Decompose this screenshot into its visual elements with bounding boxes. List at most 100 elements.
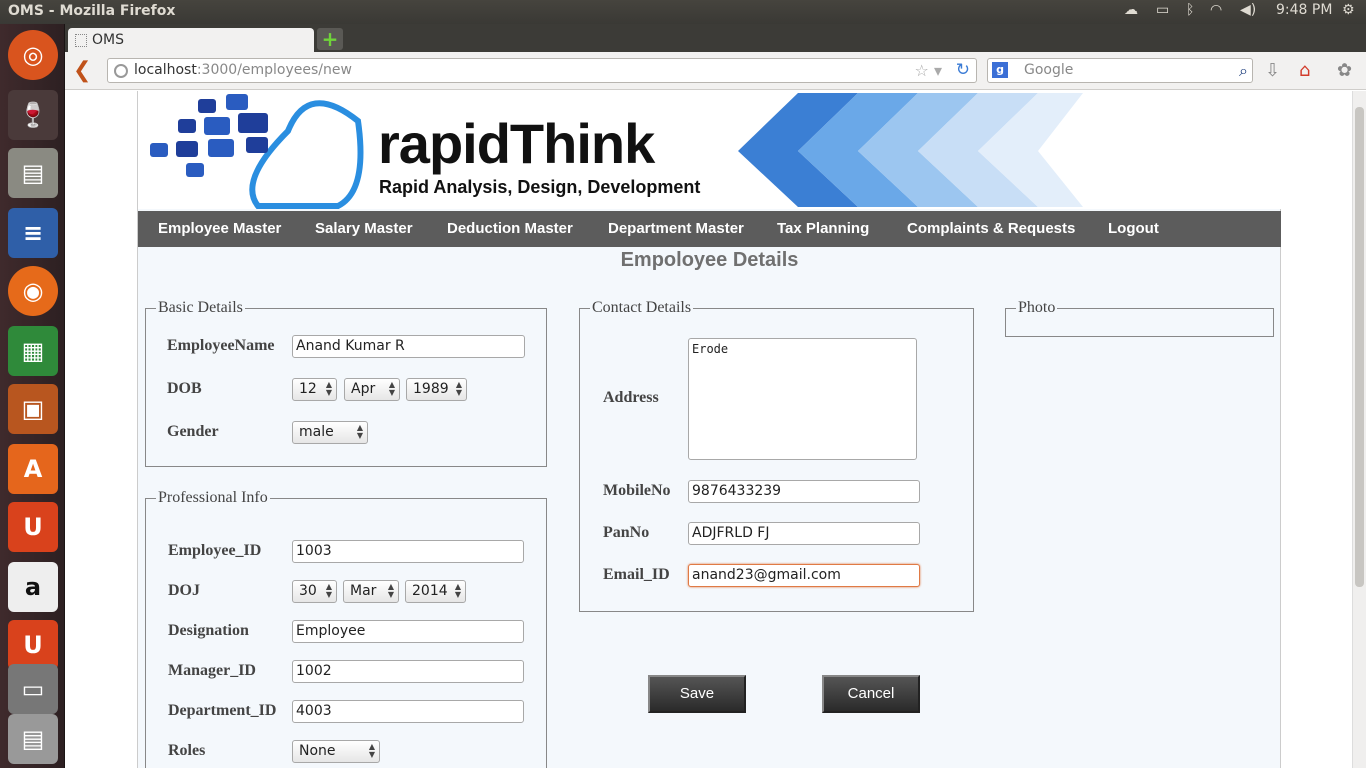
tab-label: OMS <box>92 32 124 48</box>
window-title: OMS - Mozilla Firefox <box>8 3 176 19</box>
settings-gear-icon[interactable]: ⚙ <box>1342 2 1355 18</box>
workspace-switcher-icon[interactable]: ▭ <box>8 664 58 714</box>
department-id-label: Department_ID <box>168 702 277 719</box>
os-top-bar: OMS - Mozilla Firefox ☁ ▭ ᛒ ◠ ◀) 9:48 PM… <box>0 0 1366 24</box>
email-label: Email_ID <box>603 566 670 583</box>
manager-id-input[interactable]: 1002 <box>292 660 524 683</box>
page-favicon-icon <box>75 34 87 47</box>
employee-name-input[interactable]: Anand Kumar R <box>292 335 525 358</box>
gender-select[interactable]: male ▲ ▼ <box>292 421 368 444</box>
tab-strip: OMS + <box>65 24 1366 52</box>
address-label: Address <box>603 389 659 406</box>
doj-month-select[interactable]: Mar ▲ ▼ <box>343 580 399 603</box>
contact-details-legend: Contact Details <box>592 299 692 316</box>
pan-label: PanNo <box>603 524 650 541</box>
main-menu: Employee Master Salary Master Deduction … <box>138 211 1281 247</box>
ubuntu-one-icon[interactable]: U <box>8 502 58 552</box>
menu-salary-master[interactable]: Salary Master <box>315 220 413 237</box>
spinner-arrows-icon: ▲ ▼ <box>325 582 332 599</box>
url-bar[interactable]: localhost:3000/employees/new ☆ ▾ ↻ <box>107 58 977 83</box>
search-box[interactable]: g Google ⌕ <box>987 58 1253 83</box>
banner: rapidThink Rapid Analysis, Design, Devel… <box>138 91 1281 209</box>
impress-icon[interactable]: ▣ <box>8 384 58 434</box>
scrollbar-thumb[interactable] <box>1355 107 1364 587</box>
department-id-input[interactable]: 4003 <box>292 700 524 723</box>
dob-year-select[interactable]: 1989 ▲ ▼ <box>406 378 467 401</box>
back-arrow-icon[interactable]: ❮ <box>73 58 91 83</box>
dob-month-select[interactable]: Apr ▲ ▼ <box>344 378 400 401</box>
wifi-icon[interactable]: ◠ <box>1210 2 1222 18</box>
ubuntu-one-music-icon[interactable]: U <box>8 620 58 670</box>
photo-fieldset: Photo <box>1005 299 1274 337</box>
mobile-input[interactable]: 9876433239 <box>688 480 920 503</box>
spinner-arrows-icon: ▲ ▼ <box>388 380 395 397</box>
manager-id-label: Manager_ID <box>168 662 256 679</box>
page-scrollbar[interactable] <box>1352 91 1366 768</box>
address-textarea[interactable]: Erode <box>688 338 917 460</box>
spinner-arrows-icon: ▲ ▼ <box>387 582 394 599</box>
launcher: ◎ 🍷 ▤ ≡ ◉ ▦ ▣ A U a U ▭ ▤ <box>0 24 65 768</box>
page-container: rapidThink Rapid Analysis, Design, Devel… <box>137 91 1281 768</box>
amazon-icon[interactable]: a <box>8 562 58 612</box>
spinner-arrows-icon: ▲ ▼ <box>455 380 462 397</box>
search-engine-icon[interactable]: g <box>992 62 1008 78</box>
gender-value: male <box>299 424 334 440</box>
globe-icon <box>114 64 128 78</box>
doj-year-select[interactable]: 2014 ▲ ▼ <box>405 580 466 603</box>
email-input[interactable]: anand23@gmail.com <box>688 564 920 587</box>
software-center-icon[interactable]: A <box>8 444 58 494</box>
logo-graphic-icon <box>150 93 1083 209</box>
dob-month-value: Apr <box>351 381 376 397</box>
search-icon[interactable]: ⌕ <box>1239 61 1248 81</box>
page-viewport: rapidThink Rapid Analysis, Design, Devel… <box>65 91 1352 768</box>
trash-icon[interactable]: ▤ <box>8 714 58 764</box>
tab-oms[interactable]: OMS <box>68 28 314 52</box>
doj-month-value: Mar <box>350 583 377 599</box>
doj-day-value: 30 <box>299 583 317 599</box>
bluetooth-icon[interactable]: ᛒ <box>1186 2 1194 18</box>
menu-employee-master[interactable]: Employee Master <box>158 220 281 237</box>
doj-day-select[interactable]: 30 ▲ ▼ <box>292 580 337 603</box>
reload-icon[interactable]: ↻ <box>956 60 970 80</box>
menu-complaints-requests[interactable]: Complaints & Requests <box>907 220 1075 237</box>
basic-details-legend: Basic Details <box>158 299 243 316</box>
writer-icon[interactable]: ≡ <box>8 208 58 258</box>
cloud-icon[interactable]: ☁ <box>1124 2 1138 18</box>
pan-input[interactable]: ADJFRLD FJ <box>688 522 920 545</box>
menu-logout[interactable]: Logout <box>1108 220 1159 237</box>
spinner-arrows-icon: ▲ ▼ <box>454 582 461 599</box>
home-icon[interactable]: ⌂ <box>1299 60 1310 81</box>
roles-label: Roles <box>168 742 206 759</box>
doj-year-value: 2014 <box>412 583 448 599</box>
volume-icon[interactable]: ◀) <box>1240 2 1256 18</box>
calc-icon[interactable]: ▦ <box>8 326 58 376</box>
roles-select[interactable]: None ▲ ▼ <box>292 740 380 763</box>
new-tab-button[interactable]: + <box>317 28 343 50</box>
battery-icon[interactable]: ▭ <box>1156 2 1169 18</box>
ubuntu-dash-icon[interactable]: ◎ <box>8 30 58 80</box>
clock[interactable]: 9:48 PM <box>1276 2 1332 18</box>
addon-icon[interactable]: ✿ <box>1337 60 1352 81</box>
dob-year-value: 1989 <box>413 381 449 397</box>
menu-tax-planning[interactable]: Tax Planning <box>777 220 869 237</box>
save-button[interactable]: Save <box>648 675 746 713</box>
wine-icon[interactable]: 🍷 <box>8 90 58 140</box>
designation-input[interactable]: Employee <box>292 620 524 643</box>
menu-deduction-master[interactable]: Deduction Master <box>447 220 573 237</box>
page-title: Empoloyee Details <box>620 249 799 271</box>
search-placeholder: Google <box>1024 62 1074 78</box>
bookmark-star-icon[interactable]: ☆ ▾ <box>915 61 942 80</box>
employee-id-input[interactable]: 1003 <box>292 540 524 563</box>
dob-day-select[interactable]: 12 ▲ ▼ <box>292 378 337 401</box>
logo-tagline: Rapid Analysis, Design, Development <box>379 177 701 197</box>
cancel-button[interactable]: Cancel <box>822 675 920 713</box>
doj-label: DOJ <box>168 582 200 599</box>
files-icon[interactable]: ▤ <box>8 148 58 198</box>
firefox-icon[interactable]: ◉ <box>8 266 58 316</box>
spinner-arrows-icon: ▲ ▼ <box>368 742 375 759</box>
menu-department-master[interactable]: Department Master <box>608 220 744 237</box>
download-icon[interactable]: ⇩ <box>1265 60 1280 81</box>
spinner-arrows-icon: ▲ ▼ <box>356 423 363 440</box>
professional-info-legend: Professional Info <box>158 489 268 506</box>
logo-text: rapidThink <box>378 112 655 175</box>
